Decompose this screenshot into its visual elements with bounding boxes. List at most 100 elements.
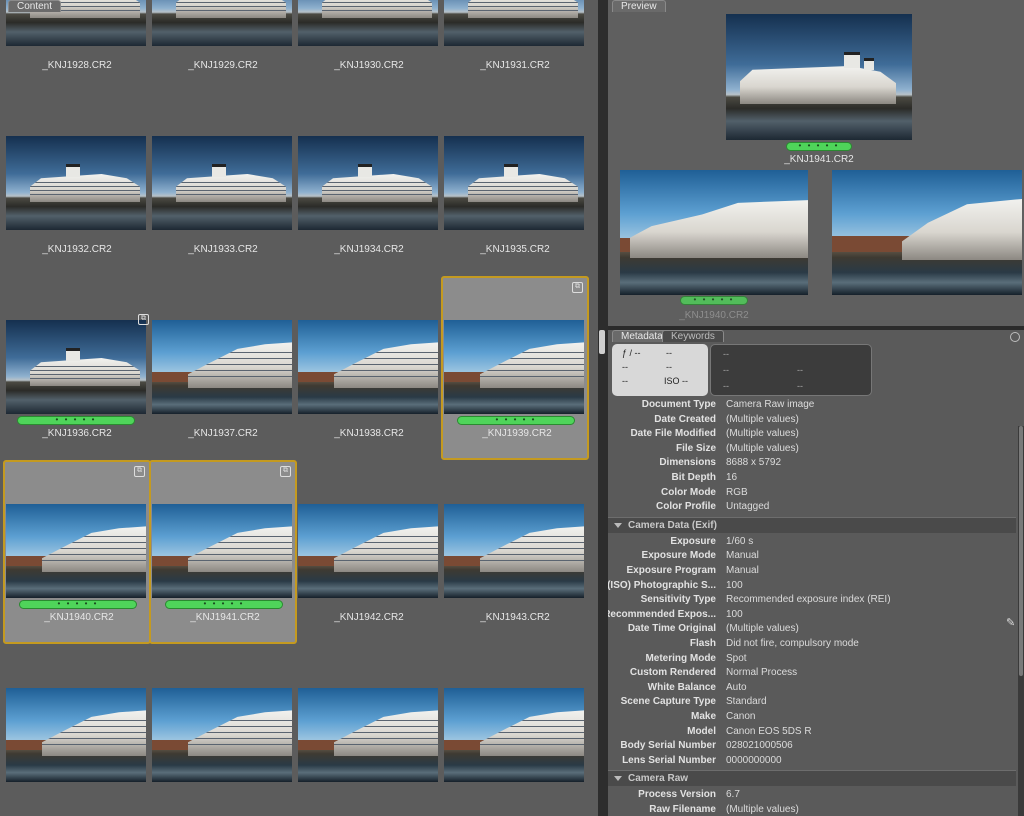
thumbnail-image[interactable]: [444, 136, 584, 230]
thumbnail-grid: _KNJ1928.CR2 _KNJ1929.CR2 _KNJ1930.CR2 _KNJ…: [0, 0, 598, 816]
thumbnail-cell[interactable]: _KNJ1934.CR2: [295, 92, 443, 276]
thumbnail-cell[interactable]: _KNJ1930.CR2: [295, 0, 443, 92]
thumbnail-cell[interactable]: _KNJ1933.CR2: [149, 92, 297, 276]
preview-main-image[interactable]: [726, 14, 912, 140]
thumbnail-image[interactable]: [6, 136, 146, 230]
thumbnail-image[interactable]: [6, 504, 146, 598]
preview-panel: Preview • • • • • _KNJ1941.CR2 • • • • •…: [608, 0, 1024, 326]
thumbnail-cell[interactable]: • • • • • _KNJ1936.CR2: [3, 276, 151, 460]
metadata-key: Color Mode: [661, 486, 716, 498]
thumbnail-image[interactable]: [298, 688, 438, 782]
metadata-value: (Multiple values): [726, 804, 799, 815]
metadata-row: Process Version 6.7: [608, 788, 1016, 802]
metadata-key: Body Serial Number: [620, 740, 716, 752]
thumbnail-cell[interactable]: ⧉ • • • • • _KNJ1940.CR2: [3, 460, 151, 644]
thumbnail-image[interactable]: [298, 320, 438, 414]
metadata-value: Did not fire, compulsory mode: [726, 638, 859, 649]
rating-bar[interactable]: • • • • •: [457, 416, 575, 425]
thumbnail-cell[interactable]: _KNJ1928.CR2: [3, 0, 151, 92]
metadata-key: File Size: [675, 442, 716, 454]
stack-badge-icon[interactable]: ⧉: [572, 282, 583, 293]
thumbnail-cell[interactable]: _KNJ1937.CR2: [149, 276, 297, 460]
metadata-key: (ISO) Photographic S...: [608, 579, 716, 591]
thumbnail-filename: _KNJ1940.CR2: [44, 612, 114, 623]
thumbnail-cell[interactable]: ⧉ • • • • • _KNJ1939.CR2: [441, 276, 589, 460]
metadata-value: Untagged: [726, 501, 770, 513]
tab-keywords[interactable]: Keywords: [662, 330, 724, 342]
metadata-key: Exposure Mode: [641, 550, 716, 562]
thumbnail-image[interactable]: [152, 688, 292, 782]
metadata-key: Dimensions: [659, 457, 716, 469]
thumbnail-image[interactable]: [152, 136, 292, 230]
thumbnail-filename: _KNJ1930.CR2: [334, 60, 404, 71]
thumbnail-image[interactable]: [298, 504, 438, 598]
thumbnail-cell[interactable]: _KNJ1943.CR2: [441, 460, 589, 644]
preview-secondary-image[interactable]: [620, 170, 808, 295]
metadata-key: White Balance: [647, 681, 716, 693]
thumbnail-cell[interactable]: _KNJ1938.CR2: [295, 276, 443, 460]
tab-content[interactable]: Content: [8, 0, 62, 12]
metadata-scrollbar-thumb[interactable]: [1019, 426, 1023, 676]
metadata-scrollbar[interactable]: [1018, 426, 1024, 816]
metadata-value: RGB: [726, 486, 748, 498]
collapse-triangle-icon[interactable]: [614, 776, 622, 782]
panel-menu-icon[interactable]: [1010, 332, 1020, 342]
metadata-value: 8688 x 5792: [726, 457, 782, 469]
thumbnail-filename: _KNJ1943.CR2: [480, 612, 550, 623]
stack-icon[interactable]: ⧉: [138, 314, 149, 325]
thumbnail-filename: _KNJ1938.CR2: [334, 428, 404, 439]
thumbnail-image[interactable]: [6, 320, 146, 414]
thumbnail-image[interactable]: [444, 504, 584, 598]
thumbnail-image[interactable]: [444, 320, 584, 414]
thumbnail-cell[interactable]: _KNJ1935.CR2: [441, 92, 589, 276]
metadata-panel: Metadata Keywords ƒ / -- -- -- -- -- ISO…: [608, 330, 1024, 816]
thumbnail-cell[interactable]: ⧉ • • • • • _KNJ1941.CR2: [149, 460, 297, 644]
stack-badge-icon[interactable]: ⧉: [134, 466, 145, 477]
stack-badge-icon[interactable]: ⧉: [280, 466, 291, 477]
thumbnail-image[interactable]: [152, 320, 292, 414]
thumbnail-cell[interactable]: [149, 644, 297, 816]
thumbnail-cell[interactable]: _KNJ1931.CR2: [441, 0, 589, 92]
metadata-row: File Size (Multiple values): [608, 442, 1016, 456]
rating-bar[interactable]: • • • • •: [19, 600, 137, 609]
rating-bar[interactable]: • • • • •: [17, 416, 135, 425]
thumbnail-cell[interactable]: [295, 644, 443, 816]
iso-value: ISO --: [664, 376, 688, 386]
thumbnail-cell[interactable]: _KNJ1929.CR2: [149, 0, 297, 92]
thumbnail-image[interactable]: [444, 688, 584, 782]
metadata-key: Make: [690, 711, 716, 722]
metadata-row: Date Created (Multiple values): [608, 413, 1016, 427]
metadata-key: Scene Capture Type: [620, 696, 716, 708]
thumbnail-image[interactable]: [6, 688, 146, 782]
metadata-row: Exposure Program Manual: [608, 564, 1016, 578]
thumbnail-cell[interactable]: _KNJ1932.CR2: [3, 92, 151, 276]
scrollbar-thumb[interactable]: [599, 330, 605, 354]
tab-preview[interactable]: Preview: [612, 0, 666, 12]
metadata-row: Color Mode RGB: [608, 486, 1016, 500]
metadata-row: Custom Rendered Normal Process: [608, 666, 1016, 680]
metadata-value: 100: [726, 579, 743, 591]
thumbnail-cell[interactable]: _KNJ1942.CR2: [295, 460, 443, 644]
thumbnail-cell[interactable]: [441, 644, 589, 816]
collapse-triangle-icon[interactable]: [614, 522, 622, 528]
preview-secondary-rating[interactable]: • • • • •: [680, 296, 748, 305]
metadata-value: 0000000000: [726, 754, 782, 766]
section-label: Camera Raw: [628, 773, 689, 785]
rating-bar[interactable]: • • • • •: [165, 600, 283, 609]
metadata-row: Lens Serial Number 0000000000: [608, 754, 1016, 768]
thumbnail-cell[interactable]: [3, 644, 151, 816]
metadata-key: Lens Serial Number: [622, 754, 716, 766]
eyedropper-icon[interactable]: ✎: [1006, 616, 1015, 629]
metadata-value: Auto: [726, 681, 747, 693]
metadata-row: Sensitivity Type Recommended exposure ind…: [608, 593, 1016, 607]
metadata-row: White Balance Auto: [608, 681, 1016, 695]
section-camera-raw[interactable]: Camera Raw: [608, 770, 1016, 787]
content-scrollbar[interactable]: [598, 0, 608, 816]
camera-field: --: [723, 365, 729, 375]
section-camera-data-exif[interactable]: Camera Data (Exif): [608, 516, 1016, 533]
preview-third-image[interactable]: [832, 170, 1022, 295]
thumbnail-image[interactable]: [152, 504, 292, 598]
preview-main-rating[interactable]: • • • • •: [786, 142, 852, 151]
thumbnail-image[interactable]: [298, 136, 438, 230]
metadata-row: Color Profile Untagged: [608, 500, 1016, 514]
